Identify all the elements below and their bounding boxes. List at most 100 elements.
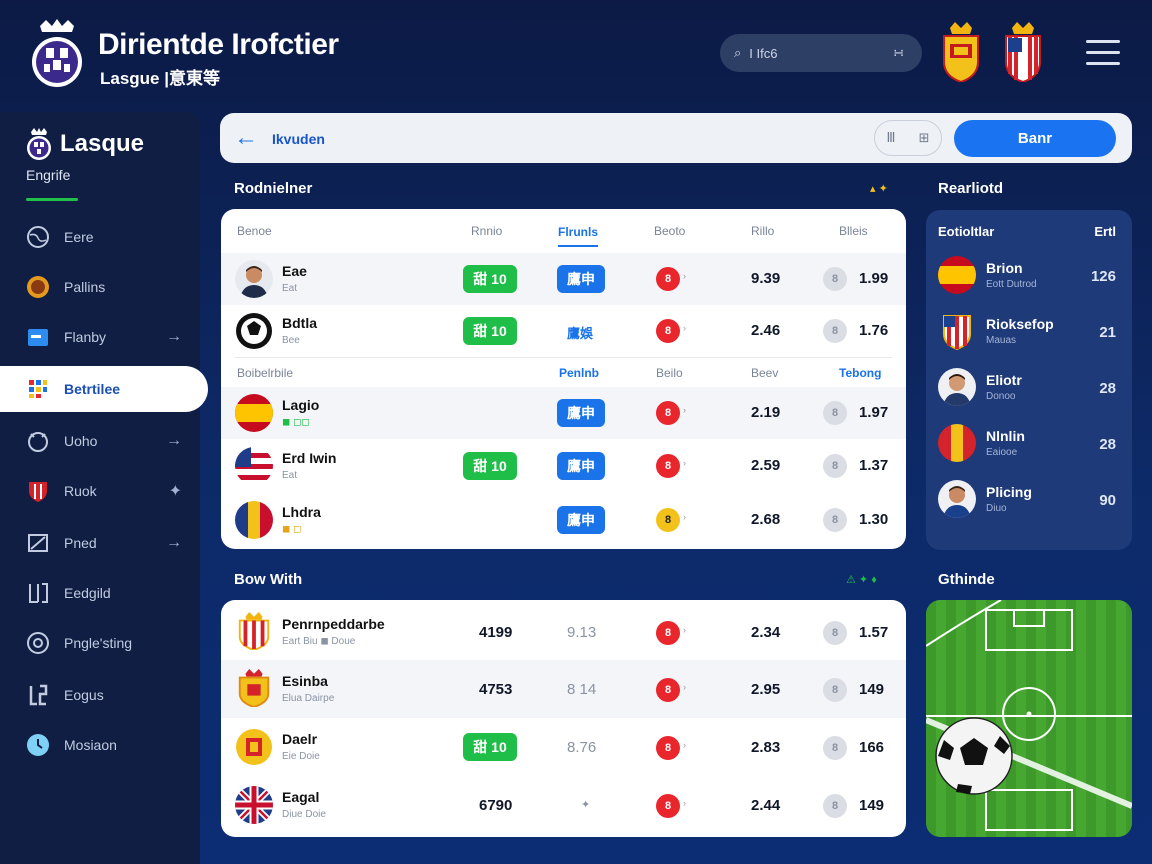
view-toggle[interactable]: Ⅲ ⊞ <box>874 120 942 156</box>
odds-value[interactable]: 1.37 <box>859 457 888 474</box>
odds-value[interactable]: 2.34 <box>751 624 780 641</box>
right-panel-title: Rearliotd <box>938 180 1004 197</box>
back-arrow-icon[interactable]: ← <box>232 124 260 152</box>
status-dot: 8 <box>656 736 680 760</box>
odds-value[interactable]: 1.76 <box>859 322 888 339</box>
stripes-flag-icon <box>235 447 273 485</box>
chevron-right-icon: ✦ <box>168 483 182 500</box>
hamburger-menu-icon[interactable] <box>1086 40 1120 66</box>
ranking-name: Brion <box>986 260 1023 276</box>
ranking-value: 28 <box>1099 436 1116 453</box>
odds-value[interactable]: 149 <box>859 797 884 814</box>
ranking-row[interactable]: Plicing Diuo 90 <box>926 472 1132 526</box>
sidebar-item-ruok[interactable]: Ruok ✦ <box>0 468 200 514</box>
ranking-row[interactable]: Eliotr Donoo 28 <box>926 360 1132 414</box>
stat-value: 8 14 <box>567 681 597 698</box>
team-meta: ◼ ◻ <box>282 524 302 535</box>
bet-button[interactable]: 鷹申 <box>557 452 605 480</box>
club-crest-icon[interactable] <box>1004 22 1042 82</box>
status-dot: 8 <box>656 401 680 425</box>
odds-value[interactable]: 1.30 <box>859 511 888 528</box>
sidebar-item-eedgild[interactable]: Eedgild <box>0 570 200 616</box>
table-row[interactable]: Eae Eat 甜 10 鷹申 8 › 9.39 8 1.99 <box>221 253 906 305</box>
sidebar-item-mosiaon[interactable]: Mosiaon <box>0 722 200 768</box>
stat-value: 4753 <box>479 681 513 698</box>
search-action-icon[interactable]: ∺ <box>893 45 904 61</box>
team-name: Eae <box>282 263 307 279</box>
bracket-icon <box>26 581 50 605</box>
column-header[interactable]: Tebong <box>839 366 881 380</box>
search-input[interactable]: ⌕ I Ifc6 ∺ <box>720 34 922 72</box>
ranking-value: 28 <box>1099 380 1116 397</box>
sidebar-item-eere[interactable]: Eere <box>0 214 200 260</box>
ranking-name: Eliotr <box>986 372 1022 388</box>
sidebar-item-label: Ruok <box>64 483 97 499</box>
ranking-meta: Eaiooe <box>986 447 1018 458</box>
odds-value[interactable]: 149 <box>859 681 884 698</box>
odds-value[interactable]: 166 <box>859 739 884 756</box>
sidebar-title: Lasque <box>60 130 145 157</box>
odds-value[interactable]: 1.57 <box>859 624 888 641</box>
grid-view-icon[interactable]: ⊞ <box>919 130 930 146</box>
table-row[interactable]: Daelr Eie Doie 甜 10 8.76 8 › 2.83 8 166 <box>221 718 906 776</box>
column-header: Boibelrbile <box>237 366 294 380</box>
table-row[interactable]: Erd Iwin Eat 甜 10 鷹申 8 › 2.59 8 1.37 <box>221 439 906 493</box>
odds-value[interactable]: 2.68 <box>751 511 780 528</box>
info-dot: 8 <box>823 621 847 645</box>
player-avatar <box>938 480 976 518</box>
sidebar-item-pallins[interactable]: Pallins <box>0 264 200 310</box>
odds-value[interactable]: 2.83 <box>751 739 780 756</box>
sidebar-item-pnglesting[interactable]: Pngle'sting <box>0 620 200 666</box>
ranking-row[interactable]: Nlnlin Eaiooe 28 <box>926 416 1132 470</box>
sidebar-item-betrtilee[interactable]: Betrtilee <box>0 366 208 412</box>
column-header[interactable]: Penlnb <box>559 366 599 380</box>
odds-badge[interactable]: 甜 10 <box>463 317 517 345</box>
odds-badge[interactable]: 甜 10 <box>463 452 517 480</box>
club-crest-icon <box>943 315 971 350</box>
status-mark: › <box>683 798 686 808</box>
ranking-name: Rioksefop <box>986 316 1054 332</box>
stat-value: ✦ <box>581 799 591 811</box>
ranking-row[interactable]: Rioksefop Mauas 21 <box>926 304 1132 358</box>
odds-value[interactable]: 1.97 <box>859 404 888 421</box>
ranking-value: 126 <box>1090 268 1116 285</box>
odds-value[interactable]: 9.39 <box>751 270 780 287</box>
clock-icon <box>26 733 50 757</box>
team-meta: Eart Biu ◼ Doue <box>282 636 356 647</box>
sidebar-item-eogus[interactable]: Eogus <box>0 672 200 718</box>
search-icon: ⌕ <box>734 45 742 60</box>
sidebar-item-flanby[interactable]: Flanby → <box>0 314 200 360</box>
odds-badge[interactable]: 甜 10 <box>463 733 517 761</box>
table-row[interactable]: Bdtla Bee 甜 10 鷹娛 8 › 2.46 8 1.76 <box>221 305 906 357</box>
sidebar-item-pned[interactable]: Pned → <box>0 520 200 566</box>
bet-button[interactable]: 鷹申 <box>557 506 605 534</box>
table-row[interactable]: Lagio ◼ ◻◻ 鷹申 8 › 2.19 8 1.97 <box>221 387 906 439</box>
primary-button[interactable]: Banr <box>954 120 1116 157</box>
table-row[interactable]: Lhdra ◼ ◻ 鷹申 8 › 2.68 8 1.30 <box>221 493 906 547</box>
back-label[interactable]: Ikvuden <box>272 131 325 147</box>
odds-value[interactable]: 1.99 <box>859 270 888 287</box>
table-row[interactable]: Eagal Diue Doie 6790 ✦ 8 › 2.44 8 149 <box>221 776 906 834</box>
club-crest-icon[interactable] <box>942 22 980 82</box>
table-row[interactable]: Esinba Elua Dairpe 4753 8 14 8 › 2.95 8 … <box>221 660 906 718</box>
odds-value[interactable]: 2.44 <box>751 797 780 814</box>
bet-button[interactable]: 鷹申 <box>557 399 605 427</box>
status-mark: › <box>683 682 686 692</box>
section-title: Bow With <box>234 571 303 588</box>
info-dot: 8 <box>823 508 847 532</box>
list-view-icon[interactable]: Ⅲ <box>887 130 896 146</box>
odds-value[interactable]: 2.46 <box>751 322 780 339</box>
status-mark: › <box>683 405 686 415</box>
ranking-row[interactable]: Brion Eott Dutrod 126 <box>926 248 1132 302</box>
sidebar-item-uoho[interactable]: Uoho → <box>0 418 200 464</box>
tab-flrunls[interactable]: Flrunls <box>558 225 599 247</box>
odds-badge[interactable]: 甜 10 <box>463 265 517 293</box>
status-dot: 8 <box>656 319 680 343</box>
odds-value[interactable]: 2.19 <box>751 404 780 421</box>
bet-link[interactable]: 鷹娛 <box>567 323 593 342</box>
info-dot: 8 <box>823 678 847 702</box>
table-row[interactable]: Penrnpeddarbe Eart Biu ◼ Doue 4199 9.13 … <box>221 604 906 660</box>
odds-value[interactable]: 2.95 <box>751 681 780 698</box>
odds-value[interactable]: 2.59 <box>751 457 780 474</box>
bet-button[interactable]: 鷹申 <box>557 265 605 293</box>
